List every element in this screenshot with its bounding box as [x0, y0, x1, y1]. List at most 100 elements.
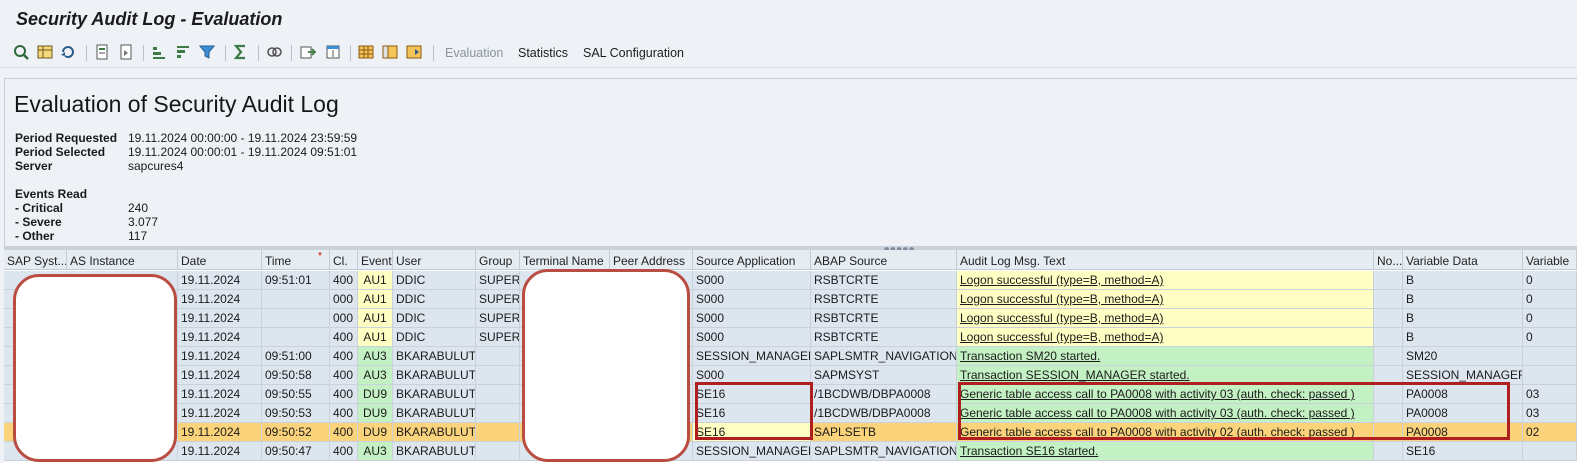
table-row[interactable]: 19.11.2024 400 AU1 DDIC SUPER S000 RSBTCRTE Log… [4, 328, 1577, 347]
table-row[interactable]: 19.11.2024 09:50:47 400 AU3 BKARABULUT SESSIO… [4, 442, 1577, 461]
other-label: - Other [15, 229, 55, 243]
cell-event: DU9 [358, 385, 393, 404]
col-header-as-instance[interactable]: AS Instance [67, 250, 178, 270]
cell-group [476, 404, 520, 423]
cell-user: DDIC [393, 271, 476, 290]
cell-time: 09:50:47 [262, 442, 330, 461]
sum-icon[interactable] [233, 44, 249, 60]
table-row[interactable]: 19.11.2024 000 AU1 DDIC SUPER S000 RSBTCRTE Log… [4, 290, 1577, 309]
cell-group [476, 442, 520, 461]
cell-abap-source: SAPMSYST [811, 366, 957, 385]
cell-time: 09:50:53 [262, 404, 330, 423]
doc-icon[interactable] [94, 44, 110, 60]
layout3-icon[interactable] [406, 44, 422, 60]
cell-variable: 02 [1523, 423, 1577, 442]
cell-variable: 0 [1523, 290, 1577, 309]
layout2-icon[interactable] [382, 44, 398, 60]
table-row[interactable]: 19.11.2024 09:51:00 400 AU3 BKARABULUT SESSIO… [4, 347, 1577, 366]
cell-user: BKARABULUT [393, 385, 476, 404]
statistics-button[interactable]: Statistics [518, 46, 568, 60]
find-icon[interactable] [266, 44, 282, 60]
cell-number [1374, 309, 1403, 328]
redaction-box [522, 269, 690, 462]
cell-time: 09:50:55 [262, 385, 330, 404]
cell-source-application: S000 [693, 290, 811, 309]
period-requested-label: Period Requested [15, 131, 118, 145]
cell-time: 09:51:00 [262, 347, 330, 366]
sort-asc-icon[interactable] [151, 44, 167, 60]
cell-variable: 0 [1523, 271, 1577, 290]
sal-configuration-button[interactable]: SAL Configuration [583, 46, 684, 60]
cell-event: AU1 [358, 290, 393, 309]
cell-user: BKARABULUT [393, 347, 476, 366]
cell-audit-log-msg-text[interactable]: Transaction SE16 started. [957, 442, 1374, 461]
cell-number [1374, 271, 1403, 290]
col-header-group[interactable]: Group [476, 250, 520, 270]
col-header-variable[interactable]: Variable [1523, 250, 1577, 270]
export-icon[interactable] [300, 44, 316, 60]
col-header-number[interactable]: No... [1374, 250, 1403, 270]
col-header-audit-log-msg-text[interactable]: Audit Log Msg. Text [957, 250, 1374, 270]
col-header-terminal-name[interactable]: Terminal Name [520, 250, 610, 270]
col-header-event[interactable]: Event [358, 250, 393, 270]
col-header-peer-address[interactable]: Peer Address [610, 250, 693, 270]
print-icon[interactable] [325, 44, 341, 60]
cell-event: AU3 [358, 347, 393, 366]
cell-variable-data: B [1403, 271, 1523, 290]
audit-log-table: SAP Syst... AS Instance Date Time ▼ Cl. Event U… [4, 250, 1577, 463]
cell-audit-log-msg-text[interactable]: Transaction SM20 started. [957, 347, 1374, 366]
col-header-date[interactable]: Date [178, 250, 262, 270]
critical-label: - Critical [15, 201, 64, 215]
col-header-sap-system[interactable]: SAP Syst... [4, 250, 67, 270]
highlight-box [695, 382, 813, 440]
table-row[interactable]: 19.11.2024 000 AU1 DDIC SUPER S000 RSBTCRTE Log… [4, 309, 1577, 328]
doc2-icon[interactable] [118, 44, 134, 60]
cell-group: SUPER [476, 328, 520, 347]
period-selected-label: Period Selected [15, 145, 106, 159]
cell-source-application: SESSION_MANAGER [693, 442, 811, 461]
col-header-client[interactable]: Cl. [330, 250, 358, 270]
cell-abap-source: SAPLSMTR_NAVIGATION [811, 442, 957, 461]
cell-audit-log-msg-text[interactable]: Logon successful (type=B, method=A) [957, 309, 1374, 328]
details-icon[interactable] [13, 44, 29, 60]
cell-audit-log-msg-text[interactable]: Logon successful (type=B, method=A) [957, 328, 1374, 347]
cell-time [262, 309, 330, 328]
table-row[interactable]: 0119.11.202409:51:01400AU1DDICSUPERS000R… [4, 271, 1577, 290]
cell-variable [1523, 442, 1577, 461]
col-header-user[interactable]: User [393, 250, 476, 270]
cell-audit-log-msg-text[interactable]: Logon successful (type=B, method=A) [957, 271, 1374, 290]
layout-icon[interactable] [358, 44, 374, 60]
sort-indicator-icon: ▼ [317, 252, 323, 258]
cell-date: 19.11.2024 [178, 290, 262, 309]
events-read-label: Events Read [15, 187, 88, 201]
filter-icon[interactable] [199, 44, 215, 60]
cell-client: 400 [330, 385, 358, 404]
col-header-time[interactable]: Time ▼ [262, 250, 330, 270]
cell-abap-source: /1BCDWB/DBPA0008 [811, 385, 957, 404]
cell-variable: 0 [1523, 309, 1577, 328]
col-header-abap-source[interactable]: ABAP Source [811, 250, 957, 270]
cell-abap-source: SAPLSMTR_NAVIGATION [811, 347, 957, 366]
redaction-box [13, 274, 177, 462]
cell-variable-data: B [1403, 309, 1523, 328]
period-requested-value: 19.11.2024 00:00:00 - 19.11.2024 23:59:5… [128, 131, 358, 145]
sort-desc-icon[interactable] [175, 44, 191, 60]
col-header-variable-data[interactable]: Variable Data [1403, 250, 1523, 270]
grid-icon[interactable] [37, 44, 53, 60]
cell-abap-source: RSBTCRTE [811, 271, 957, 290]
evaluation-button[interactable]: Evaluation [445, 46, 503, 60]
cell-source-application: S000 [693, 271, 811, 290]
cell-variable-data: SM20 [1403, 347, 1523, 366]
col-header-source-application[interactable]: Source Application [693, 250, 811, 270]
cell-date: 19.11.2024 [178, 442, 262, 461]
cell-event: AU3 [358, 442, 393, 461]
cell-audit-log-msg-text[interactable]: Logon successful (type=B, method=A) [957, 290, 1374, 309]
critical-value: 240 [128, 201, 149, 215]
cell-date: 19.11.2024 [178, 423, 262, 442]
cell-group: SUPER [476, 290, 520, 309]
server-value: sapcures4 [128, 159, 184, 173]
cell-user: DDIC [393, 290, 476, 309]
cell-variable: 0 [1523, 328, 1577, 347]
refresh-icon[interactable] [60, 44, 76, 60]
cell-client: 400 [330, 271, 358, 290]
